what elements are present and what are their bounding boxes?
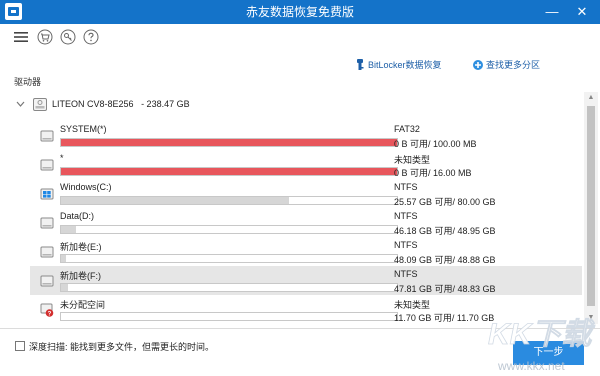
drives-section-label: 驱动器: [14, 77, 42, 87]
bitlocker-link-label: BitLocker数据恢复: [368, 60, 442, 70]
partition-usage-fill: [61, 139, 397, 146]
partition-filesystem: NTFS: [394, 182, 418, 192]
partition-row[interactable]: Windows(C:) NTFS 25.57 GB 可用/ 80.00 GB: [30, 179, 582, 208]
partition-name: SYSTEM(*): [60, 124, 107, 134]
cart-icon[interactable]: [37, 29, 53, 45]
partition-usage-bar: [60, 196, 398, 205]
partition-row[interactable]: Data(D:) NTFS 46.18 GB 可用/ 48.95 GB: [30, 208, 582, 237]
title-bar: 赤友数据恢复免费版 — ✕: [0, 0, 600, 24]
minimize-button[interactable]: —: [538, 0, 566, 24]
partition-name: 未分配空间: [60, 300, 106, 310]
help-icon[interactable]: [83, 29, 99, 45]
svg-text:KK下载: KK下载: [488, 318, 595, 351]
bitlocker-recovery-link[interactable]: BitLocker数据恢复: [355, 56, 442, 74]
kk-watermark-logo: KK下载 www.kkx.net: [488, 318, 596, 373]
drive-icon: [40, 158, 55, 172]
partition-filesystem: 未知类型: [394, 155, 431, 165]
toolbar: [0, 24, 600, 50]
partition-usage-fill: [61, 197, 290, 204]
partition-usage-fill: [61, 226, 76, 233]
drive-icon: [40, 129, 55, 143]
partition-filesystem: 未知类型: [394, 300, 431, 310]
drive-icon: [40, 216, 55, 230]
windows-drive-icon: [40, 187, 55, 201]
bitlocker-icon: [357, 59, 364, 70]
drive-icon: [40, 245, 55, 259]
hard-disk-icon: [33, 98, 47, 111]
svg-text:?: ?: [48, 311, 52, 317]
find-partitions-icon: [473, 60, 483, 70]
partition-name: 新加卷(E:): [60, 242, 102, 252]
partition-row[interactable]: 新加卷(E:) NTFS 48.09 GB 可用/ 48.88 GB: [30, 237, 582, 266]
partition-usage-bar: [60, 225, 398, 234]
partition-usage-fill: [61, 255, 67, 262]
partition-usage-fill: [61, 284, 69, 291]
disk-size: - 238.47 GB: [141, 99, 190, 109]
deep-scan-checkbox[interactable]: [15, 341, 25, 351]
key-icon[interactable]: [60, 29, 76, 45]
partition-usage-text: 47.81 GB 可用/ 48.83 GB: [394, 284, 496, 294]
partition-usage-bar: [60, 138, 398, 147]
partition-usage-text: 25.57 GB 可用/ 80.00 GB: [394, 197, 496, 207]
menu-icon[interactable]: [13, 29, 29, 45]
partition-row[interactable]: 新加卷(F:) NTFS 47.81 GB 可用/ 48.83 GB: [30, 266, 582, 295]
partition-filesystem: NTFS: [394, 240, 418, 250]
partition-usage-bar: [60, 283, 398, 292]
scrollbar[interactable]: ▲ ▼: [584, 92, 598, 324]
partition-row[interactable]: SYSTEM(*) FAT32 0 B 可用/ 100.00 MB: [30, 121, 582, 150]
disk-model: LITEON CV8-8E256: [52, 99, 134, 109]
partition-name: 新加卷(F:): [60, 271, 101, 281]
partition-name: *: [60, 153, 64, 163]
disk-title: LITEON CV8-8E256 - 238.47 GB: [52, 99, 190, 109]
partition-usage-text: 0 B 可用/ 16.00 MB: [394, 168, 472, 178]
disk-header[interactable]: LITEON CV8-8E256 - 238.47 GB: [16, 97, 416, 113]
partition-filesystem: NTFS: [394, 269, 418, 279]
partition-list: SYSTEM(*) FAT32 0 B 可用/ 100.00 MB * 未知类型 0 B …: [30, 121, 582, 326]
scrollbar-thumb[interactable]: [587, 106, 595, 306]
partition-usage-text: 0 B 可用/ 100.00 MB: [394, 139, 477, 149]
scroll-up-arrow-icon[interactable]: ▲: [584, 92, 598, 104]
deep-scan-label: 深度扫描: 能找到更多文件，但需更长的时间。: [29, 342, 215, 352]
svg-text:www.kkx.net: www.kkx.net: [497, 359, 565, 373]
partition-usage-text: 48.09 GB 可用/ 48.88 GB: [394, 255, 496, 265]
partition-usage-bar: [60, 254, 398, 263]
chevron-down-icon[interactable]: [16, 101, 25, 108]
partition-filesystem: NTFS: [394, 211, 418, 221]
partition-usage-bar: [60, 312, 398, 321]
window-title: 赤友数据恢复免费版: [245, 5, 354, 19]
partition-usage-text: 46.18 GB 可用/ 48.95 GB: [394, 226, 496, 236]
unallocated-icon: ?: [40, 303, 55, 317]
find-more-partitions-link[interactable]: 查找更多分区: [472, 56, 540, 74]
partition-usage-fill: [61, 168, 397, 175]
partition-row[interactable]: * 未知类型 0 B 可用/ 16.00 MB: [30, 150, 582, 179]
partition-name: Windows(C:): [60, 182, 112, 192]
close-button[interactable]: ✕: [568, 0, 596, 24]
partition-usage-bar: [60, 167, 398, 176]
partition-name: Data(D:): [60, 211, 95, 221]
drive-icon: [40, 274, 55, 288]
partition-filesystem: FAT32: [394, 124, 420, 134]
find-partitions-link-label: 查找更多分区: [486, 60, 541, 70]
